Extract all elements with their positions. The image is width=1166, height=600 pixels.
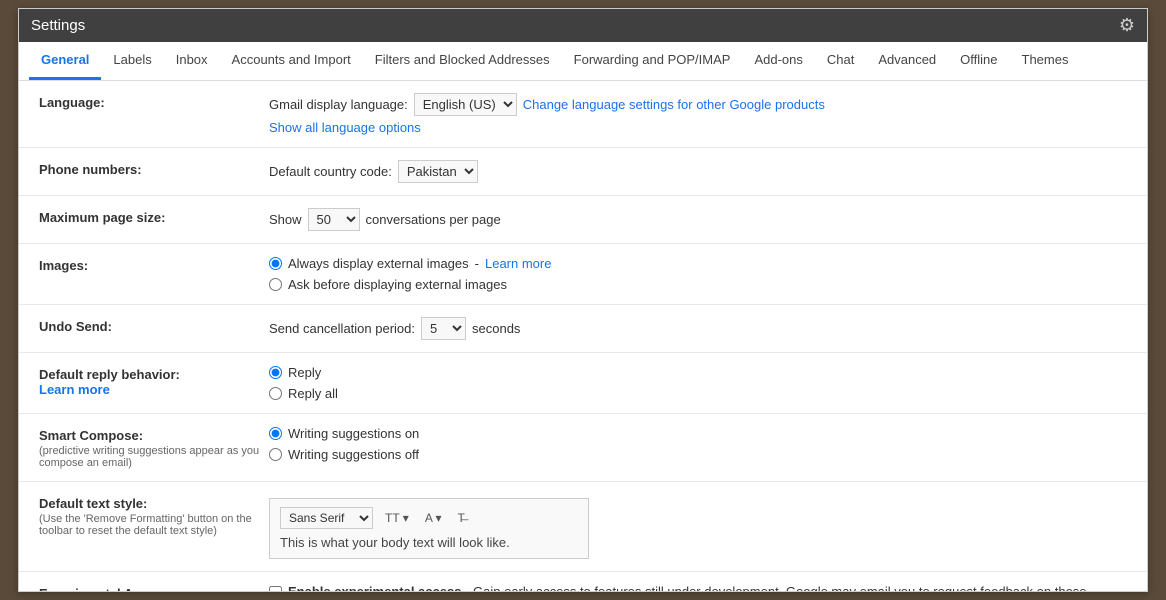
images-option2-item: Ask before displaying external images <box>269 277 1127 292</box>
reply-option2-item: Reply all <box>269 386 1127 401</box>
smart-compose-off-item: Writing suggestions off <box>269 447 1127 462</box>
smart-compose-row: Smart Compose: (predictive writing sugge… <box>19 414 1147 482</box>
settings-header: Settings ⚙ <box>19 9 1147 42</box>
experimental-checkbox[interactable] <box>269 586 282 591</box>
show-label: Show <box>269 212 302 227</box>
tab-forwarding[interactable]: Forwarding and POP/IMAP <box>562 42 743 80</box>
smart-compose-on-label: Writing suggestions on <box>288 426 419 441</box>
gear-icon[interactable]: ⚙ <box>1119 15 1135 36</box>
change-language-link[interactable]: Change language settings for other Googl… <box>523 97 825 112</box>
font-size-icon[interactable]: TT ▾ <box>381 509 413 527</box>
reply-option1-label: Reply <box>288 365 321 380</box>
seconds-label: seconds <box>472 321 520 336</box>
display-language-label: Gmail display language: <box>269 97 408 112</box>
tab-labels[interactable]: Labels <box>101 42 163 80</box>
experimental-row: Experimental Access: Learn more Enable e… <box>19 572 1147 591</box>
tab-accounts[interactable]: Accounts and Import <box>220 42 363 80</box>
language-select[interactable]: English (US) <box>414 93 517 116</box>
default-text-sublabel: (Use the 'Remove Formatting' button on t… <box>39 513 269 537</box>
smart-compose-on-radio[interactable] <box>269 427 282 440</box>
reply-option1-item: Reply <box>269 365 1127 380</box>
undo-send-label: Undo Send: <box>39 317 269 334</box>
tab-filters[interactable]: Filters and Blocked Addresses <box>363 42 562 80</box>
text-format-toolbar: Sans Serif Serif Monospace TT ▾ A ▾ T̶ <box>280 507 578 529</box>
smart-compose-content: Writing suggestions on Writing suggestio… <box>269 426 1127 462</box>
default-text-content: Sans Serif Serif Monospace TT ▾ A ▾ T̶ T… <box>269 494 1127 559</box>
page-size-content: Show 50 25 100 conversations per page <box>269 208 1127 231</box>
experimental-checkbox-label: Enable experimental access <box>288 584 461 591</box>
phone-content: Default country code: Pakistan <box>269 160 1127 183</box>
font-select[interactable]: Sans Serif Serif Monospace <box>280 507 373 529</box>
phone-label: Phone numbers: <box>39 160 269 177</box>
undo-send-content: Send cancellation period: 5 10 20 30 sec… <box>269 317 1127 340</box>
tab-addons[interactable]: Add-ons <box>742 42 814 80</box>
images-radio-ask[interactable] <box>269 278 282 291</box>
smart-compose-sublabel: (predictive writing suggestions appear a… <box>39 445 269 469</box>
reply-option2-label: Reply all <box>288 386 338 401</box>
images-option1-label: Always display external images <box>288 256 469 271</box>
settings-panel: Settings ⚙ General Labels Inbox Accounts… <box>18 8 1148 592</box>
tab-general[interactable]: General <box>29 42 101 80</box>
smart-compose-label: Smart Compose: (predictive writing sugge… <box>39 426 269 469</box>
settings-body: Language: Gmail display language: Englis… <box>19 81 1147 591</box>
period-label: Send cancellation period: <box>269 321 415 336</box>
smart-compose-off-label: Writing suggestions off <box>288 447 419 462</box>
language-content: Gmail display language: English (US) Cha… <box>269 93 1127 135</box>
language-row: Language: Gmail display language: Englis… <box>19 81 1147 148</box>
tabs-bar: General Labels Inbox Accounts and Import… <box>19 42 1147 81</box>
default-reply-learn-more[interactable]: Learn more <box>39 382 110 397</box>
tab-inbox[interactable]: Inbox <box>164 42 220 80</box>
images-row: Images: Always display external images -… <box>19 244 1147 305</box>
images-radio-always[interactable] <box>269 257 282 270</box>
default-reply-label: Default reply behavior: Learn more <box>39 365 269 397</box>
page-size-row: Maximum page size: Show 50 25 100 conver… <box>19 196 1147 244</box>
text-format-box: Sans Serif Serif Monospace TT ▾ A ▾ T̶ T… <box>269 498 589 559</box>
per-page-label: conversations per page <box>366 212 501 227</box>
show-all-languages-link[interactable]: Show all language options <box>269 120 421 135</box>
images-option2-label: Ask before displaying external images <box>288 277 507 292</box>
smart-compose-on-item: Writing suggestions on <box>269 426 1127 441</box>
settings-title: Settings <box>31 17 85 34</box>
default-text-row: Default text style: (Use the 'Remove For… <box>19 482 1147 572</box>
experimental-label: Experimental Access: Learn more <box>39 584 269 591</box>
remove-formatting-icon[interactable]: T̶ <box>454 509 469 527</box>
reply-all-radio[interactable] <box>269 387 282 400</box>
undo-send-row: Undo Send: Send cancellation period: 5 1… <box>19 305 1147 353</box>
page-size-label: Maximum page size: <box>39 208 269 225</box>
country-select[interactable]: Pakistan <box>398 160 478 183</box>
default-reply-row: Default reply behavior: Learn more Reply… <box>19 353 1147 414</box>
images-label: Images: <box>39 256 269 273</box>
country-code-label: Default country code: <box>269 164 392 179</box>
experimental-content: Enable experimental access - Gain early … <box>269 584 1127 591</box>
default-text-label: Default text style: (Use the 'Remove For… <box>39 494 269 537</box>
language-label: Language: <box>39 93 269 110</box>
page-size-select[interactable]: 50 25 100 <box>308 208 360 231</box>
smart-compose-off-radio[interactable] <box>269 448 282 461</box>
tab-chat[interactable]: Chat <box>815 42 866 80</box>
font-color-icon[interactable]: A ▾ <box>421 509 446 527</box>
format-preview-text: This is what your body text will look li… <box>280 535 578 550</box>
tab-themes[interactable]: Themes <box>1010 42 1081 80</box>
undo-send-select[interactable]: 5 10 20 30 <box>421 317 466 340</box>
images-content: Always display external images - Learn m… <box>269 256 1127 292</box>
tab-offline[interactable]: Offline <box>948 42 1009 80</box>
images-option1-item: Always display external images - Learn m… <box>269 256 1127 271</box>
default-reply-content: Reply Reply all <box>269 365 1127 401</box>
images-learn-more-link[interactable]: Learn more <box>485 256 551 271</box>
tab-advanced[interactable]: Advanced <box>866 42 948 80</box>
reply-radio[interactable] <box>269 366 282 379</box>
phone-row: Phone numbers: Default country code: Pak… <box>19 148 1147 196</box>
